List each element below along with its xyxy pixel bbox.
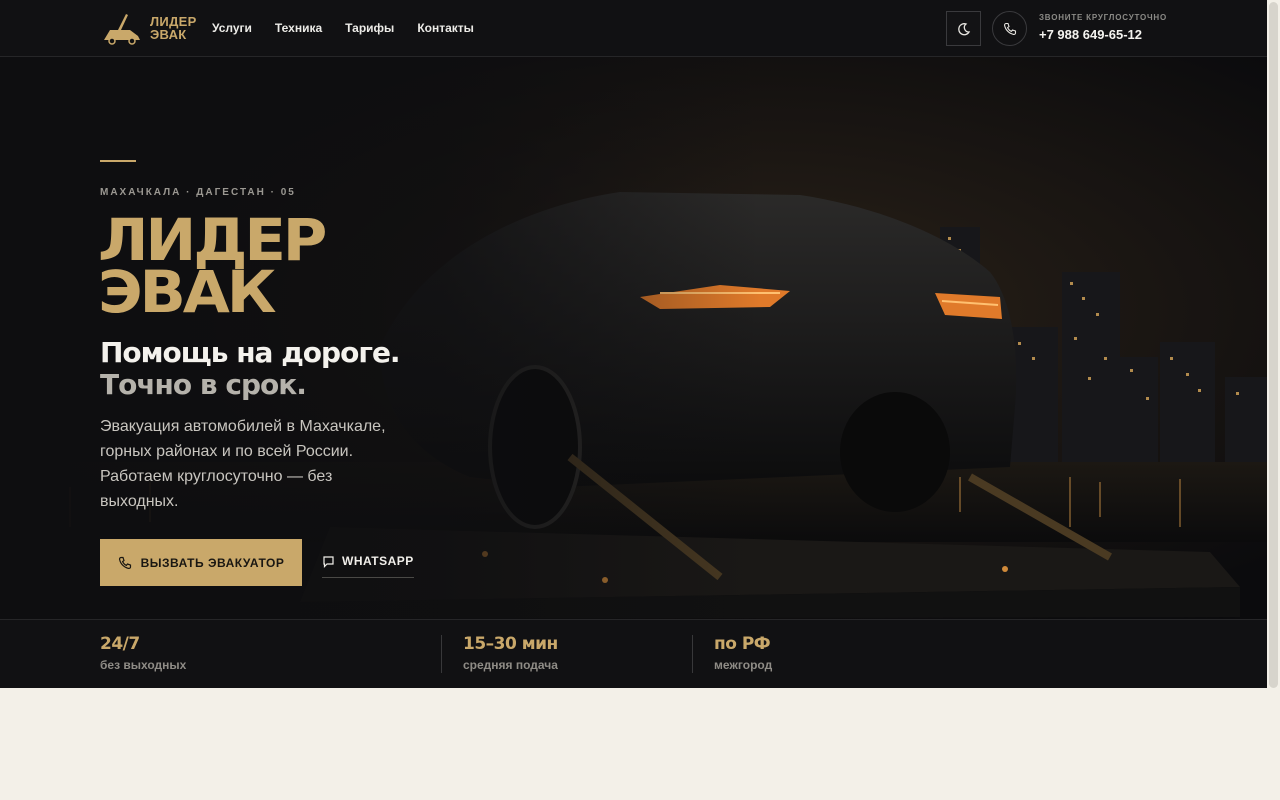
theme-toggle-button[interactable]	[946, 11, 981, 46]
stat-item: по РФ межгород	[714, 634, 772, 672]
tagline-line-1: Помощь на дороге.	[100, 336, 401, 369]
landing-page: ЛИДЕР ЭВАК Услуги Техника Тарифы Контакт…	[0, 0, 1267, 688]
phone-label: ЗВОНИТЕ КРУГЛОСУТОЧНО	[1039, 13, 1168, 22]
call-tow-truck-button[interactable]: ВЫЗВАТЬ ЭВАКУАТОР	[100, 539, 302, 586]
stat-label: средняя подача	[463, 658, 558, 672]
stat-item: 15–30 мин средняя подача	[463, 634, 558, 672]
stat-divider	[441, 635, 442, 673]
hero-tagline: Помощь на дороге. Точно в срок.	[100, 336, 401, 401]
stat-label: межгород	[714, 658, 773, 672]
stat-item: 24/7 без выходных	[100, 634, 186, 672]
nav-item-pricing[interactable]: Тарифы	[345, 21, 394, 35]
hero-description: Эвакуация автомобилей в Махачкале, горны…	[100, 418, 386, 510]
logo[interactable]: ЛИДЕР ЭВАК	[100, 10, 197, 46]
nav-item-contacts[interactable]: Контакты	[417, 21, 474, 35]
hero-title: ЛИДЕР ЭВАК	[98, 211, 327, 321]
phone-number[interactable]: +7 988 649-65-12	[1039, 27, 1167, 42]
stat-value: по РФ	[714, 634, 771, 654]
cta-label: ВЫЗВАТЬ ЭВАКУАТОР	[140, 555, 285, 570]
stat-value: 15–30 мин	[463, 634, 558, 654]
main-nav: Услуги Техника Тарифы Контакты	[212, 21, 474, 35]
logo-line-2: ЭВАК	[150, 27, 187, 42]
stats-bar: 24/7 без выходных 15–30 мин средняя пода…	[0, 619, 1267, 688]
whatsapp-label: WHATSAPP	[342, 554, 414, 568]
phone-icon	[1003, 22, 1016, 35]
tagline-line-2: Точно в срок.	[100, 368, 307, 401]
stat-divider	[692, 635, 693, 673]
site-header: ЛИДЕР ЭВАК Услуги Техника Тарифы Контакт…	[0, 0, 1267, 57]
nav-item-services[interactable]: Услуги	[212, 21, 252, 35]
chat-bubble-icon	[323, 555, 334, 568]
logo-text: ЛИДЕР ЭВАК	[150, 15, 197, 41]
phone-block: ЗВОНИТЕ КРУГЛОСУТОЧНО +7 988 649-65-12	[1039, 13, 1167, 42]
stat-label: без выходных	[100, 658, 187, 672]
stat-value: 24/7	[100, 634, 140, 654]
phone-icon	[118, 556, 131, 569]
whatsapp-link[interactable]: WHATSAPP	[322, 554, 414, 578]
accent-line	[100, 160, 136, 162]
scrollbar-thumb[interactable]	[1269, 2, 1278, 688]
call-button[interactable]	[992, 11, 1027, 46]
nav-item-equipment[interactable]: Техника	[275, 21, 322, 35]
hero-eyebrow: МАХАЧКАЛА · ДАГЕСТАН · 05	[100, 187, 296, 198]
page-scrollbar[interactable]	[1267, 0, 1280, 800]
tow-truck-logo-icon	[104, 14, 140, 45]
moon-icon	[957, 22, 970, 35]
